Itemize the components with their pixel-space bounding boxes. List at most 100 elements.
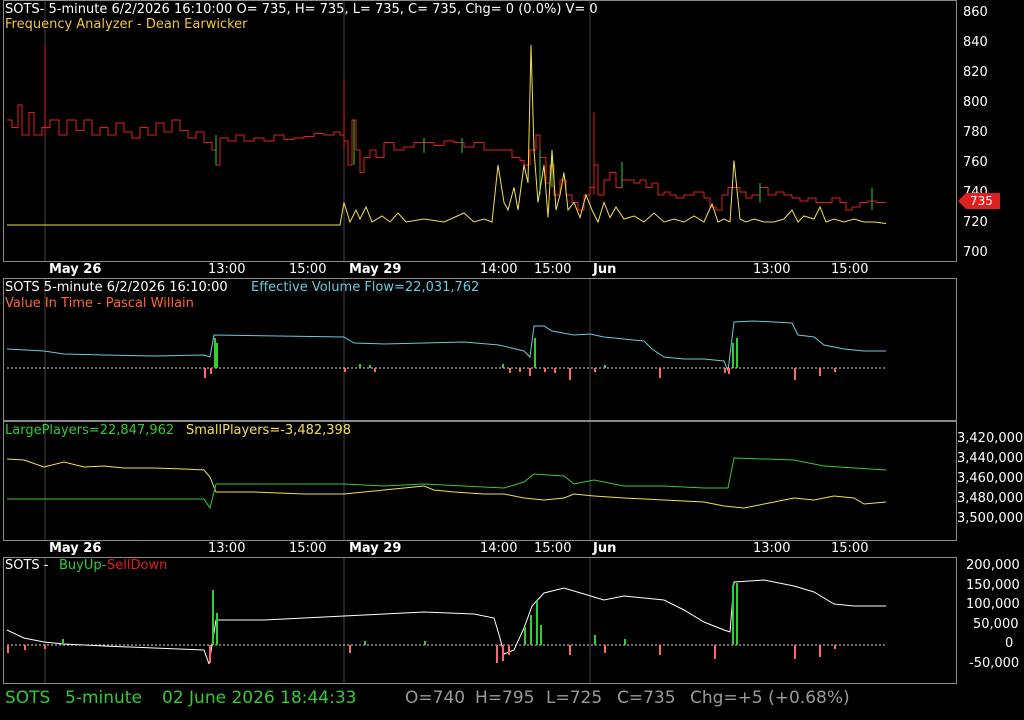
players-pane[interactable]: LargePlayers=22,847,962 SmallPlayers=-3,…	[0, 421, 1024, 541]
buyup-symbol-label: SOTS -	[5, 558, 49, 573]
volume-flow-pane[interactable]: SOTS 5-minute 6/2/2026 16:10:00 Effectiv…	[0, 278, 1024, 421]
buyup-bar	[364, 641, 366, 645]
players-y-axis[interactable]: 3,420,000 3,440,000 3,460,000 3,480,000 …	[957, 421, 1024, 541]
outflow-bar	[728, 368, 730, 374]
players-tick-3460000: 3,460,000	[957, 471, 1024, 486]
inflow-bar	[502, 364, 504, 368]
players-plot-area[interactable]	[3, 421, 957, 541]
buyup-selldown-cumulative-line	[6, 579, 886, 665]
buyup-bar	[732, 585, 734, 645]
buyup-bar	[540, 625, 542, 645]
price-tick-760: 760	[963, 155, 988, 170]
date-label-14-00: 14:00	[480, 541, 518, 556]
selldown-bar	[834, 645, 836, 649]
date-label-jun: Jun	[593, 541, 617, 556]
date-label-15-00: 15:00	[289, 541, 327, 556]
inflow-bar	[736, 338, 738, 368]
selldown-bar	[496, 645, 498, 663]
outflow-bar	[509, 368, 511, 373]
inflow-bar	[604, 365, 606, 368]
outflow-bar	[594, 368, 596, 372]
outflow-bar	[794, 368, 796, 380]
date-label-may-26: May 26	[49, 262, 102, 277]
selldown-bar	[349, 645, 351, 653]
volume-flow-symbol-header: SOTS 5-minute 6/2/2026 16:10:00	[5, 280, 228, 295]
outflow-bar	[374, 368, 376, 372]
inflow-bar	[359, 364, 361, 368]
buyup-bar	[624, 639, 626, 645]
status-datetime: 02 June 2026 18:44:33	[162, 688, 357, 708]
inflow-bar	[534, 338, 536, 368]
date-label-may-29: May 29	[349, 541, 402, 556]
price-tick-780: 780	[963, 125, 988, 140]
players-chart	[6, 422, 887, 540]
date-label-13-00: 13:00	[208, 262, 246, 277]
selldown-bar	[44, 645, 46, 649]
buyup-tick-100000: 100,000	[966, 597, 1020, 612]
selldown-bar	[819, 645, 821, 657]
selldown-bar	[502, 645, 504, 661]
outflow-bar	[210, 368, 212, 374]
status-open: O=740	[405, 688, 466, 708]
price-pane[interactable]: SOTS- 5-minute 6/2/2026 16:10:00 O= 735,…	[0, 0, 1024, 262]
large-players-value: LargePlayers=22,847,962	[5, 423, 175, 438]
players-tick-3480000: 3,480,000	[957, 491, 1024, 506]
buyup-tick-50000: 50,000	[973, 617, 1019, 632]
effective-volume-flow-line	[6, 320, 886, 372]
buyup-bar	[216, 613, 218, 645]
outflow-bar	[834, 368, 836, 372]
players-tick-3440000: 3,440,000	[957, 451, 1024, 466]
date-label-may-29: May 29	[349, 262, 402, 277]
selldown-bar	[794, 645, 796, 659]
status-low: L=725	[546, 688, 603, 708]
outflow-bar	[204, 368, 206, 378]
date-label-jun: Jun	[593, 262, 617, 277]
buyup-bar	[212, 590, 214, 645]
price-tick-720: 720	[963, 215, 988, 230]
effective-volume-flow-value: Effective Volume Flow=22,031,762	[251, 280, 480, 295]
value-in-time-label: Value In Time - Pascal Willain	[5, 296, 194, 311]
date-axis-top[interactable]: May 26 13:00 15:00 May 29 14:00 15:00 Jun 13:00…	[3, 262, 956, 278]
buyup-bar	[530, 615, 532, 645]
status-close: C=735	[617, 688, 676, 708]
date-label-15-00: 15:00	[289, 262, 327, 277]
last-price-value: 735	[970, 194, 993, 208]
date-label-15-00: 15:00	[831, 541, 869, 556]
date-axis-middle[interactable]: May 26 13:00 15:00 May 29 14:00 15:00 Jun 13:00…	[3, 541, 956, 557]
inflow-bar	[732, 343, 734, 368]
inflow-bar	[216, 343, 218, 368]
inflow-bar	[214, 338, 216, 368]
last-price-tag: 735	[958, 193, 1000, 209]
buyup-bar	[736, 583, 738, 645]
outflow-bar	[819, 368, 821, 376]
date-label-13-00: 13:00	[753, 541, 791, 556]
selldown-bar	[209, 645, 211, 663]
buyup-selldown-pane[interactable]: SOTS - BuyUp- SellDown 200,000 150,000 1…	[0, 557, 1024, 684]
price-y-axis[interactable]: 860 840 820 800 780 760 740 720 700	[957, 0, 1024, 262]
outflow-bar	[659, 368, 661, 378]
status-bar: SOTS 5-minute 02 June 2026 18:44:33 O=74…	[0, 684, 1024, 720]
buyup-bar	[424, 641, 426, 645]
buyup-y-axis[interactable]: 200,000 150,000 100,000 50,000 0 -50,000	[957, 557, 1024, 684]
price-symbol-header: SOTS- 5-minute 6/2/2026 16:10:00 O= 735,…	[5, 2, 598, 17]
selldown-bar	[7, 645, 9, 653]
date-label-15-00: 15:00	[534, 541, 572, 556]
selldown-bar	[569, 645, 571, 655]
price-tick-700: 700	[963, 245, 988, 260]
buyup-bar	[536, 601, 538, 645]
price-plot-area[interactable]	[3, 0, 957, 262]
outflow-bar	[724, 368, 726, 373]
selldown-bar	[24, 645, 26, 650]
outflow-bar	[554, 368, 556, 373]
selldown-bar	[659, 645, 661, 655]
status-interval: 5-minute	[65, 688, 142, 708]
date-label-13-00: 13:00	[208, 541, 246, 556]
price-line-down-segments	[7, 104, 886, 211]
large-players-line	[7, 457, 887, 510]
buyup-selldown-plot-area[interactable]	[3, 557, 957, 684]
outflow-bar	[529, 368, 531, 376]
price-tick-800: 800	[963, 95, 988, 110]
date-label-14-00: 14:00	[480, 262, 518, 277]
date-label-15-00: 15:00	[534, 262, 572, 277]
status-high: H=795	[475, 688, 535, 708]
